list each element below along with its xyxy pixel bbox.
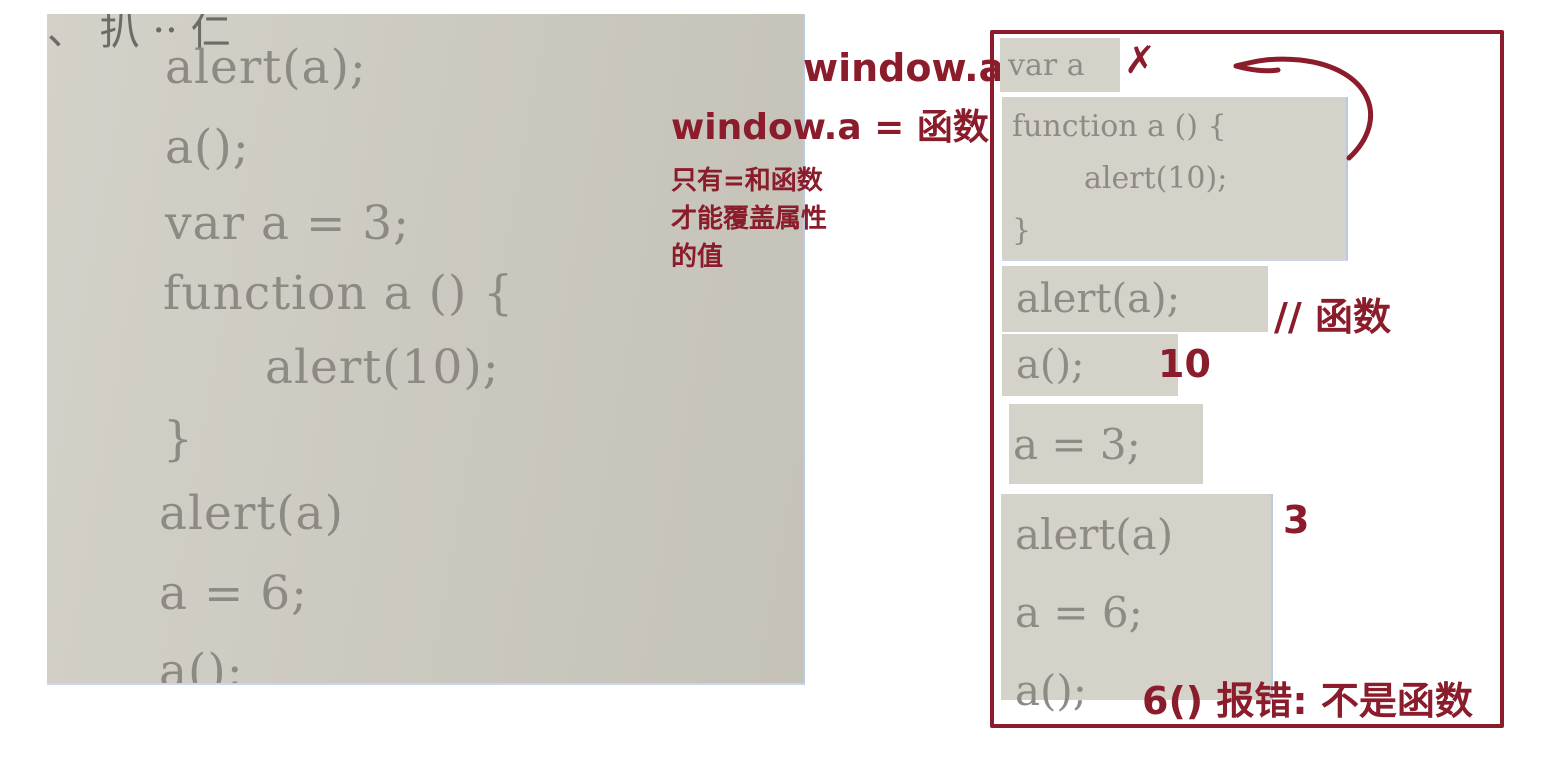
hoisting-arrow-icon — [1233, 56, 1374, 161]
